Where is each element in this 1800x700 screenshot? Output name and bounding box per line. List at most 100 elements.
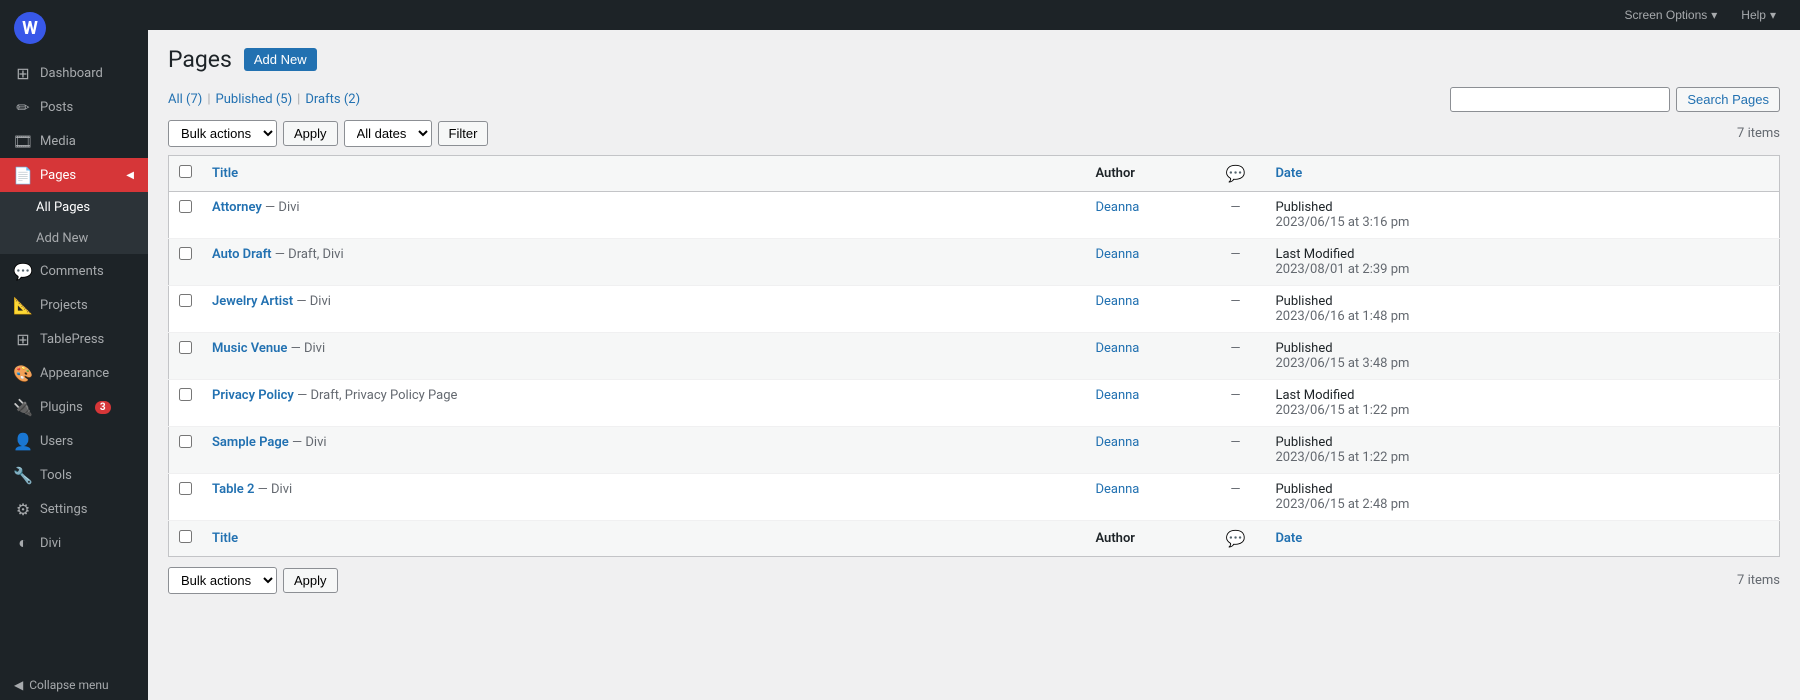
row-comment-count: — bbox=[1230, 247, 1240, 262]
filter-published[interactable]: Published (5) bbox=[216, 92, 293, 107]
row-date-value: 2023/06/15 at 1:22 pm bbox=[1275, 450, 1409, 465]
sidebar-item-divi[interactable]: ◐ Divi bbox=[0, 526, 148, 560]
row-checkbox[interactable] bbox=[179, 388, 192, 401]
row-checkbox-cell bbox=[169, 380, 203, 427]
th-comment: 💬 bbox=[1205, 156, 1265, 192]
bulk-actions-select[interactable]: Bulk actions bbox=[168, 120, 277, 147]
row-title-link[interactable]: Auto Draft bbox=[212, 247, 272, 262]
search-pages-button[interactable]: Search Pages bbox=[1676, 87, 1780, 112]
row-author-link[interactable]: Deanna bbox=[1095, 388, 1139, 403]
apply-button[interactable]: Apply bbox=[283, 121, 338, 146]
table-body: Attorney — Divi Deanna — Published 2023/… bbox=[169, 192, 1780, 521]
row-author-link[interactable]: Deanna bbox=[1095, 482, 1139, 497]
sidebar-item-all-pages[interactable]: All Pages bbox=[0, 192, 148, 223]
plugins-badge: 3 bbox=[95, 401, 111, 414]
row-author-link[interactable]: Deanna bbox=[1095, 247, 1139, 262]
tfoot-comment-icon: 💬 bbox=[1225, 529, 1245, 548]
tools-icon: 🔧 bbox=[14, 466, 32, 484]
row-comment-cell: — bbox=[1205, 474, 1265, 521]
row-checkbox[interactable] bbox=[179, 482, 192, 495]
row-checkbox-cell bbox=[169, 474, 203, 521]
row-checkbox[interactable] bbox=[179, 247, 192, 260]
sidebar-item-projects[interactable]: 📐 Projects bbox=[0, 288, 148, 322]
sidebar-item-posts[interactable]: ✏ Posts bbox=[0, 90, 148, 124]
row-title-link[interactable]: Attorney bbox=[212, 200, 262, 215]
row-checkbox[interactable] bbox=[179, 341, 192, 354]
filter-all[interactable]: All (7) bbox=[168, 92, 202, 107]
row-date-status: Last Modified bbox=[1275, 247, 1354, 262]
sidebar-item-label: Settings bbox=[40, 502, 87, 517]
dashboard-icon: ⊞ bbox=[14, 64, 32, 82]
sidebar-item-appearance[interactable]: 🎨 Appearance bbox=[0, 356, 148, 390]
row-checkbox[interactable] bbox=[179, 200, 192, 213]
row-title-link[interactable]: Music Venue bbox=[212, 341, 287, 356]
filter-drafts[interactable]: Drafts (2) bbox=[305, 92, 360, 107]
sidebar-item-comments[interactable]: 💬 Comments bbox=[0, 254, 148, 288]
collapse-menu-button[interactable]: ◀ Collapse menu bbox=[0, 670, 148, 700]
row-title-cell: Table 2 — Divi bbox=[202, 474, 1085, 521]
comments-icon: 💬 bbox=[14, 262, 32, 280]
sidebar-item-label: Tools bbox=[40, 468, 72, 483]
row-title-cell: Privacy Policy — Draft, Privacy Policy P… bbox=[202, 380, 1085, 427]
row-title-cell: Attorney — Divi bbox=[202, 192, 1085, 239]
select-all-checkbox[interactable] bbox=[179, 165, 192, 178]
filter-bar: All (7) | Published (5) | Drafts (2) Sea… bbox=[168, 87, 1780, 112]
search-input[interactable] bbox=[1450, 87, 1670, 112]
row-comment-count: — bbox=[1230, 435, 1240, 450]
row-date-value: 2023/06/15 at 3:16 pm bbox=[1275, 215, 1409, 230]
row-author-cell: Deanna bbox=[1085, 286, 1205, 333]
content-area: Pages Add New All (7) | Published (5) | … bbox=[148, 30, 1800, 700]
row-title-link[interactable]: Jewelry Artist bbox=[212, 294, 293, 309]
sidebar-item-pages[interactable]: 📄 Pages ◀ bbox=[0, 158, 148, 192]
row-author-link[interactable]: Deanna bbox=[1095, 294, 1139, 309]
th-title[interactable]: Title bbox=[202, 156, 1085, 192]
collapse-menu-label: Collapse menu bbox=[29, 678, 108, 692]
sidebar-item-label: Projects bbox=[40, 298, 88, 313]
row-date-value: 2023/06/15 at 3:48 pm bbox=[1275, 356, 1409, 371]
row-comment-cell: — bbox=[1205, 333, 1265, 380]
row-title-link[interactable]: Sample Page bbox=[212, 435, 289, 450]
select-all-footer-checkbox[interactable] bbox=[179, 530, 192, 543]
bottom-bulk-actions-select[interactable]: Bulk actions bbox=[168, 567, 277, 594]
sidebar-item-add-new[interactable]: Add New bbox=[0, 223, 148, 254]
sidebar-item-plugins[interactable]: 🔌 Plugins 3 bbox=[0, 390, 148, 424]
sidebar-item-media[interactable]: 🎞 Media bbox=[0, 124, 148, 158]
filter-button[interactable]: Filter bbox=[438, 121, 489, 146]
row-title-link[interactable]: Privacy Policy bbox=[212, 388, 294, 403]
page-title: Pages bbox=[168, 46, 232, 73]
sidebar-item-tablepress[interactable]: ⊞ TablePress bbox=[0, 322, 148, 356]
row-subtitle: — Divi bbox=[296, 294, 331, 309]
table-row: Privacy Policy — Draft, Privacy Policy P… bbox=[169, 380, 1780, 427]
row-date-cell: Published 2023/06/16 at 1:48 pm bbox=[1265, 286, 1779, 333]
help-button[interactable]: Help ▾ bbox=[1733, 6, 1784, 24]
row-date-value: 2023/06/15 at 1:22 pm bbox=[1275, 403, 1409, 418]
row-title-cell: Auto Draft — Draft, Divi bbox=[202, 239, 1085, 286]
row-author-cell: Deanna bbox=[1085, 192, 1205, 239]
page-header: Pages Add New bbox=[168, 46, 1780, 73]
sidebar-item-tools[interactable]: 🔧 Tools bbox=[0, 458, 148, 492]
row-title-link[interactable]: Table 2 bbox=[212, 482, 254, 497]
date-filter-select[interactable]: All dates bbox=[344, 120, 432, 147]
tfoot-checkbox bbox=[169, 521, 203, 557]
add-new-button[interactable]: Add New bbox=[244, 48, 317, 71]
row-checkbox[interactable] bbox=[179, 294, 192, 307]
row-comment-count: — bbox=[1230, 388, 1240, 403]
table-row: Sample Page — Divi Deanna — Published 20… bbox=[169, 427, 1780, 474]
screen-options-button[interactable]: Screen Options ▾ bbox=[1617, 6, 1726, 24]
tfoot-date[interactable]: Date bbox=[1265, 521, 1779, 557]
row-author-link[interactable]: Deanna bbox=[1095, 200, 1139, 215]
sidebar-item-users[interactable]: 👤 Users bbox=[0, 424, 148, 458]
row-checkbox[interactable] bbox=[179, 435, 192, 448]
th-date[interactable]: Date bbox=[1265, 156, 1779, 192]
row-author-link[interactable]: Deanna bbox=[1095, 435, 1139, 450]
table-row: Table 2 — Divi Deanna — Published 2023/0… bbox=[169, 474, 1780, 521]
row-author-link[interactable]: Deanna bbox=[1095, 341, 1139, 356]
bottom-actions-bar: Bulk actions Apply 7 items bbox=[168, 567, 1780, 594]
bottom-apply-button[interactable]: Apply bbox=[283, 568, 338, 593]
filter-sep-1: | bbox=[207, 92, 210, 107]
tfoot-title[interactable]: Title bbox=[202, 521, 1085, 557]
sidebar-item-label: Divi bbox=[40, 536, 61, 551]
sidebar-item-dashboard[interactable]: ⊞ Dashboard bbox=[0, 56, 148, 90]
table-row: Auto Draft — Draft, Divi Deanna — Last M… bbox=[169, 239, 1780, 286]
sidebar-item-settings[interactable]: ⚙ Settings bbox=[0, 492, 148, 526]
